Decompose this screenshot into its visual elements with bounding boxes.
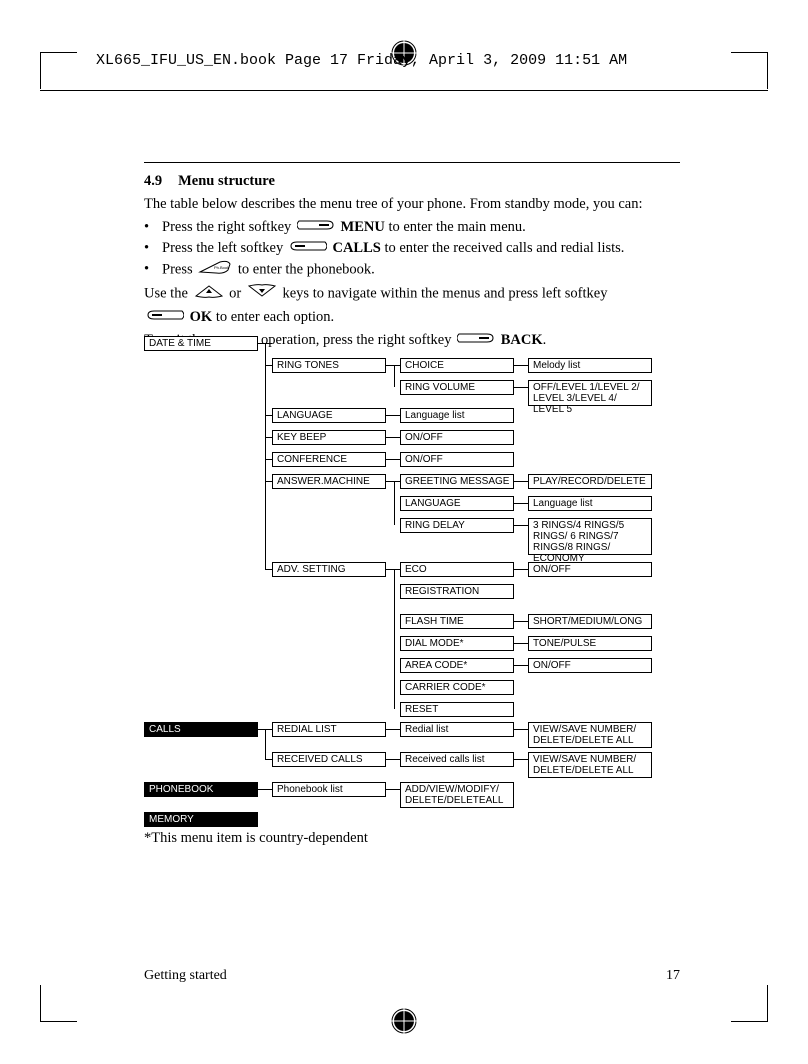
menu-item: LANGUAGE [400,496,514,511]
menu-item: REDIAL LIST [272,722,386,737]
section-body: 4.9 Menu structure The table below descri… [144,168,700,354]
menu-item: ON/OFF [400,452,514,467]
menu-item: DATE & TIME [144,336,258,351]
menu-item: RECEIVED CALLS [272,752,386,767]
framemaker-bookmark: XL665_IFU_US_EN.book Page 17 Friday, Apr… [96,52,627,69]
menu-item: ON/OFF [528,658,652,673]
page: XL665_IFU_US_EN.book Page 17 Friday, Apr… [0,0,808,1064]
intro-text: The table below describes the menu tree … [144,195,700,214]
menu-item: PLAY/RECORD/DELETE [528,474,652,489]
menu-item: KEY BEEP [272,430,386,445]
menu-item: ECO [400,562,514,577]
menu-item: VIEW/SAVE NUMBER/ DELETE/DELETE ALL [528,722,652,748]
bullet-item: •Press the left softkey CALLS to enter t… [144,239,700,258]
menu-item: CARRIER CODE* [400,680,514,695]
right-softkey-icon [297,218,335,237]
menu-item: REGISTRATION [400,584,514,599]
left-softkey-icon [289,239,327,258]
down-key-icon [247,284,277,304]
footer-section: Getting started [144,968,227,984]
nav-text: Use the or keys to navigate within the m… [144,284,700,304]
top-divider [40,90,768,91]
menu-item: Language list [528,496,652,511]
menu-item: Phonebook list [272,782,386,797]
menu-item: DIAL MODE* [400,636,514,651]
bullet-item: •Press Ph.Book to enter the phonebook. [144,260,700,280]
section-number: 4.9 [144,173,162,189]
menu-item: ADD/VIEW/MODIFY/ DELETE/DELETEALL [400,782,514,808]
section-rule [144,162,680,163]
menu-item: VIEW/SAVE NUMBER/ DELETE/DELETE ALL [528,752,652,778]
registration-target-icon [391,1008,417,1034]
menu-item: AREA CODE* [400,658,514,673]
menu-item: RING DELAY [400,518,514,533]
footnote: *This menu item is country-dependent [144,830,368,847]
left-softkey-icon [146,308,184,327]
menu-item: ON/OFF [400,430,514,445]
menu-item: ANSWER.MACHINE [272,474,386,489]
section-title: Menu structure [178,173,275,189]
menu-item: FLASH TIME [400,614,514,629]
menu-item: OFF/LEVEL 1/LEVEL 2/ LEVEL 3/LEVEL 4/ LE… [528,380,652,406]
menu-item: Redial list [400,722,514,737]
bullet-item: •Press the right softkey MENU to enter t… [144,218,700,237]
menu-item: RING VOLUME [400,380,514,395]
up-key-icon [194,284,224,304]
crop-mark [40,985,77,1022]
menu-item: ON/OFF [528,562,652,577]
memory-root: MEMORY [144,812,258,827]
crop-mark [40,52,77,89]
menu-item: CHOICE [400,358,514,373]
menu-item: Melody list [528,358,652,373]
menu-item: ADV. SETTING [272,562,386,577]
phonebook-root: PHONEBOOK [144,782,258,797]
right-softkey-icon [457,331,495,350]
ok-line: OK to enter each option. [144,308,700,327]
calls-root: CALLS [144,722,258,737]
menu-item: LANGUAGE [272,408,386,423]
menu-item: CONFERENCE [272,452,386,467]
menu-item: Language list [400,408,514,423]
footer-page-number: 17 [666,968,680,984]
crop-mark [731,52,768,89]
svg-text:Ph.Book: Ph.Book [214,265,229,270]
menu-item: Received calls list [400,752,514,767]
menu-item: TONE/PULSE [528,636,652,651]
menu-item: RESET [400,702,514,717]
menu-item: SHORT/MEDIUM/LONG [528,614,652,629]
crop-mark [731,985,768,1022]
phonebook-key-icon: Ph.Book [198,260,232,280]
menu-item: RING TONES [272,358,386,373]
menu-item: GREETING MESSAGE [400,474,514,489]
menu-item: 3 RINGS/4 RINGS/5 RINGS/ 6 RINGS/7 RINGS… [528,518,652,555]
